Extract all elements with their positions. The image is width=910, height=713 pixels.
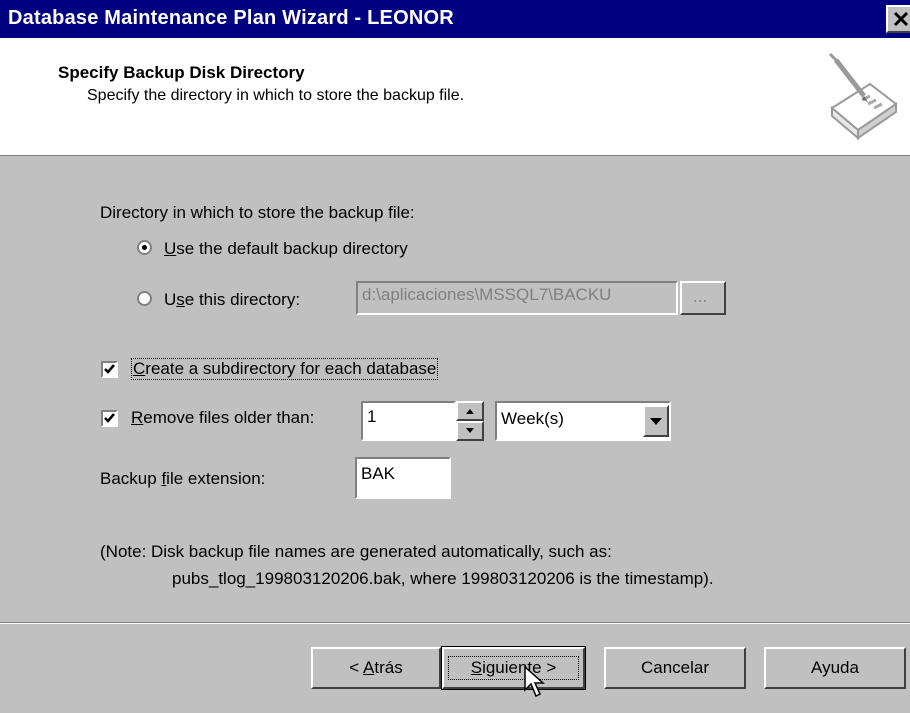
remove-files-checkbox[interactable] — [101, 410, 118, 427]
remove-files-label[interactable]: Remove files older than: — [131, 408, 314, 428]
close-icon — [893, 11, 909, 27]
title-bar: Database Maintenance Plan Wizard - LEONO… — [0, 0, 910, 38]
chevron-down-icon — [650, 418, 662, 425]
page-title: Specify Backup Disk Directory — [58, 63, 305, 82]
close-button[interactable] — [886, 5, 910, 33]
remove-unit-value: Week(s) — [501, 409, 564, 428]
radio-default-directory-label[interactable]: Use the default backup directory — [164, 239, 408, 259]
directory-path-input[interactable]: d:\aplicaciones\MSSQL7\BACKU — [356, 281, 678, 315]
header-separator — [0, 154, 910, 155]
arrow-up-icon — [466, 409, 474, 414]
checkmark-icon — [104, 413, 115, 423]
note-line-2: pubs_tlog_199803120206.bak, where 199803… — [172, 569, 714, 588]
spin-down-button[interactable] — [456, 421, 484, 441]
create-subdirectory-checkbox[interactable] — [101, 361, 118, 378]
browse-label: ... — [693, 287, 708, 306]
mouse-pointer-icon — [524, 666, 545, 698]
arrow-down-icon — [466, 428, 474, 433]
back-button-label: < Atrás — [349, 658, 403, 677]
next-button-label: Siguiente > — [448, 656, 579, 680]
back-button[interactable]: < Atrás — [311, 647, 441, 689]
wizard-calendar-pen-icon — [828, 52, 898, 141]
cancel-button-label: Cancelar — [640, 658, 710, 677]
help-button[interactable]: Ayuda — [764, 647, 906, 689]
extension-label: Backup file extension: — [100, 469, 266, 488]
wizard-header: Specify Backup Disk Directory Specify th… — [0, 38, 910, 156]
help-button-label: Ayuda — [811, 658, 859, 677]
radio-selected-dot — [142, 245, 147, 250]
note-line-1: (Note: Disk backup file names are genera… — [100, 542, 612, 561]
extension-input[interactable]: BAK — [355, 457, 451, 499]
radio-this-directory-label[interactable]: Use this directory: — [164, 290, 300, 310]
window-title: Database Maintenance Plan Wizard - LEONO… — [8, 7, 454, 29]
radio-default-directory[interactable] — [137, 240, 152, 255]
footer-separator-highlight — [0, 623, 910, 624]
unit-dropdown-button[interactable] — [643, 405, 669, 437]
browse-button[interactable]: ... — [680, 281, 726, 315]
radio-this-directory[interactable] — [137, 291, 152, 306]
directory-label: Directory in which to store the backup f… — [100, 203, 415, 222]
page-subtitle: Specify the directory in which to store … — [87, 87, 465, 104]
next-button[interactable]: Siguiente > — [441, 646, 586, 690]
create-subdirectory-label[interactable]: Create a subdirectory for each database — [131, 358, 439, 380]
remove-count-input[interactable]: 1 — [361, 401, 456, 441]
spin-up-button[interactable] — [456, 401, 484, 421]
cancel-button[interactable]: Cancelar — [604, 647, 746, 689]
checkmark-icon — [104, 364, 115, 374]
